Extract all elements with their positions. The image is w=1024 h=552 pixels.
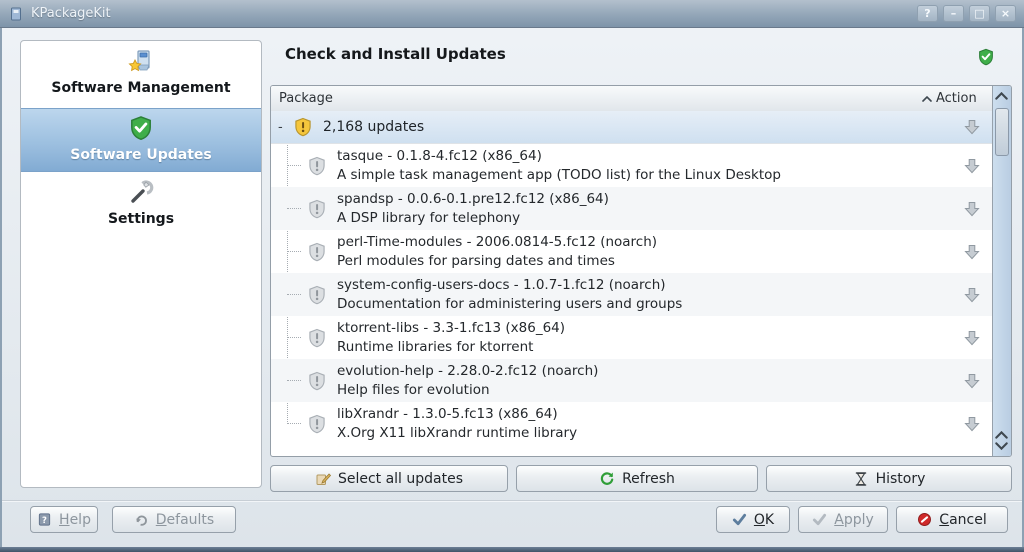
software-management-icon: [128, 48, 154, 74]
close-button[interactable]: ×: [995, 5, 1016, 22]
ok-button[interactable]: OK: [716, 506, 790, 533]
help-icon: [37, 512, 52, 527]
package-row[interactable]: evolution-help - 2.28.0-2.fc12 (noarch) …: [271, 359, 992, 402]
history-label: History: [875, 470, 926, 487]
update-available-icon: [307, 242, 327, 262]
sidebar-item-label: Software Management: [51, 80, 231, 96]
refresh-icon: [599, 471, 615, 487]
select-all-label: Select all updates: [337, 470, 464, 487]
page-title: Check and Install Updates: [285, 45, 506, 63]
package-row[interactable]: perl-Time-modules - 2006.0814-5.fc12 (no…: [271, 230, 992, 273]
update-action-icon[interactable]: [964, 119, 980, 135]
sidebar-item-software-updates[interactable]: Software Updates: [21, 108, 261, 172]
collapse-expander[interactable]: -: [278, 120, 288, 135]
scroll-up-icon[interactable]: [995, 91, 1008, 101]
ok-check-icon: [732, 512, 747, 527]
sidebar-item-software-management[interactable]: Software Management: [21, 41, 261, 102]
select-all-updates-button[interactable]: Select all updates: [270, 465, 508, 492]
sidebar-item-label: Software Updates: [70, 147, 212, 163]
package-name: ktorrent-libs - 3.3-1.fc13 (x86_64): [337, 319, 566, 336]
package-row[interactable]: system-config-users-docs - 1.0.7-1.fc12 …: [271, 273, 992, 316]
apply-button[interactable]: Apply: [798, 506, 888, 533]
defaults-button[interactable]: Defaults: [112, 506, 236, 533]
help-label: Help: [59, 511, 91, 528]
package-name: system-config-users-docs - 1.0.7-1.fc12 …: [337, 276, 666, 293]
update-action-icon[interactable]: [964, 158, 980, 174]
package-row[interactable]: libXrandr - 1.3.0-5.fc13 (x86_64) X.Org …: [271, 402, 992, 445]
update-available-icon: [307, 328, 327, 348]
undo-icon: [134, 512, 149, 527]
ok-label: OK: [753, 511, 775, 528]
window-border-left: [0, 28, 2, 547]
updates-group-row[interactable]: - 2,168 updates: [271, 111, 992, 144]
refresh-label: Refresh: [622, 470, 675, 487]
scroll-down-icon[interactable]: [995, 441, 1008, 451]
package-description: Documentation for administering users an…: [337, 295, 683, 312]
titlebar[interactable]: KPackageKit ? – □ ×: [0, 0, 1024, 28]
package-description: Perl modules for parsing dates and times: [337, 252, 615, 269]
kpackagekit-window: KPackageKit ? – □ × Software Management …: [0, 0, 1024, 552]
update-available-icon: [307, 371, 327, 391]
update-available-icon: [307, 414, 327, 434]
update-available-icon: [307, 156, 327, 176]
updates-warning-icon: [293, 117, 313, 137]
column-header-action[interactable]: Action: [922, 91, 992, 106]
update-action-icon[interactable]: [964, 373, 980, 389]
sidebar-item-label: Settings: [107, 211, 175, 227]
updates-count-label: 2,168 updates: [323, 119, 425, 135]
update-action-icon[interactable]: [964, 416, 980, 432]
update-action-icon[interactable]: [964, 201, 980, 217]
refresh-button[interactable]: Refresh: [516, 465, 758, 492]
history-button[interactable]: History: [766, 465, 1012, 492]
package-description: A simple task management app (TODO list)…: [337, 166, 781, 183]
package-name: libXrandr - 1.3.0-5.fc13 (x86_64): [337, 405, 558, 422]
window-title: KPackageKit: [31, 6, 111, 21]
help-button[interactable]: Help: [30, 506, 98, 533]
maximize-button[interactable]: □: [969, 5, 990, 22]
package-name: perl-Time-modules - 2006.0814-5.fc12 (no…: [337, 233, 658, 250]
apply-label: Apply: [834, 511, 874, 528]
update-action-icon[interactable]: [964, 330, 980, 346]
package-name: tasque - 0.1.8-4.fc12 (x86_64): [337, 147, 542, 164]
cancel-button[interactable]: Cancel: [896, 506, 1008, 533]
sort-ascending-icon: [922, 96, 932, 102]
minimize-button[interactable]: –: [943, 5, 964, 22]
package-description: X.Org X11 libXrandr runtime library: [337, 424, 578, 441]
package-name: spandsp - 0.0.6-0.1.pre12.fc12 (x86_64): [337, 190, 609, 207]
history-icon: [853, 471, 869, 487]
scrollbar-thumb[interactable]: [995, 108, 1009, 156]
updates-status-shield-icon: [977, 48, 995, 66]
package-name: evolution-help - 2.28.0-2.fc12 (noarch): [337, 362, 599, 379]
update-action-icon[interactable]: [964, 287, 980, 303]
update-available-icon: [307, 285, 327, 305]
package-row[interactable]: spandsp - 0.0.6-0.1.pre12.fc12 (x86_64) …: [271, 187, 992, 230]
wrench-icon: [128, 179, 154, 205]
sidebar: Software Management Software Updates Set…: [20, 40, 262, 488]
app-icon: [8, 6, 24, 22]
select-all-icon: [315, 471, 331, 487]
window-border-bottom: [0, 547, 1024, 552]
package-row[interactable]: ktorrent-libs - 3.3-1.fc13 (x86_64) Runt…: [271, 316, 992, 359]
cancel-label: Cancel: [939, 511, 987, 528]
defaults-label: Defaults: [155, 511, 215, 528]
scroll-up-icon[interactable]: [995, 430, 1008, 440]
column-header-action-label: Action: [936, 91, 977, 106]
updates-list: Package Action - 2,168 updates tasque - …: [270, 85, 1012, 457]
update-action-icon[interactable]: [964, 244, 980, 260]
titlebar-help-button[interactable]: ?: [917, 5, 938, 22]
shield-check-icon: [128, 115, 154, 141]
package-description: Help files for evolution: [337, 381, 490, 398]
list-header[interactable]: Package Action: [271, 86, 992, 112]
package-description: A DSP library for telephony: [337, 209, 521, 226]
cancel-icon: [917, 512, 932, 527]
apply-check-icon: [812, 512, 827, 527]
footer-divider-highlight: [2, 501, 1022, 502]
vertical-scrollbar[interactable]: [992, 86, 1011, 456]
list-rows: - 2,168 updates tasque - 0.1.8-4.fc12 (x…: [271, 111, 992, 456]
package-row[interactable]: tasque - 0.1.8-4.fc12 (x86_64) A simple …: [271, 144, 992, 187]
package-description: Runtime libraries for ktorrent: [337, 338, 534, 355]
sidebar-item-settings[interactable]: Settings: [21, 172, 261, 233]
update-available-icon: [307, 199, 327, 219]
column-header-package[interactable]: Package: [271, 91, 922, 106]
